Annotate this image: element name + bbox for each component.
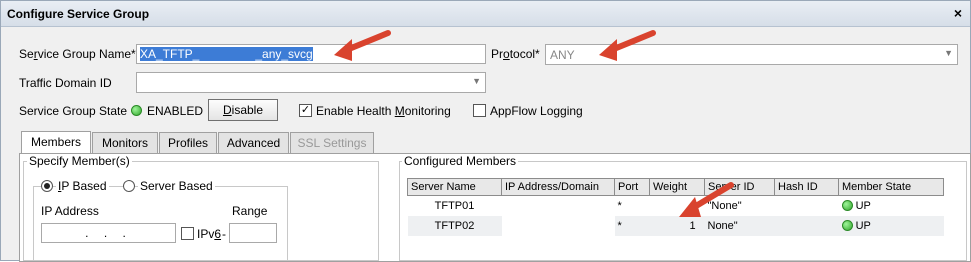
tab-ssl-settings[interactable]: SSL Settings: [290, 132, 374, 153]
protocol-label: Protocol*: [491, 47, 540, 61]
tab-profiles[interactable]: Profiles: [159, 132, 217, 153]
range-dash: -: [222, 227, 226, 241]
traffic-domain-label: Traffic Domain ID: [19, 76, 112, 90]
tab-members[interactable]: Members: [21, 131, 91, 153]
server-based-radio[interactable]: [123, 180, 135, 192]
service-group-state-label: Service Group State: [19, 104, 128, 118]
ip-address-label: IP Address: [41, 204, 99, 218]
health-monitoring-label: Enable Health Monitoring: [316, 104, 451, 118]
status-up-icon: [841, 219, 853, 231]
cell-ip-address: [502, 196, 615, 216]
table-row[interactable]: TFTP02 * 1 None" UP: [407, 215, 944, 236]
cell-hash-id: [774, 215, 839, 236]
ip-based-label: IP Based: [56, 179, 109, 193]
service-group-name-value: XA_TFTP_ _any_svcg: [140, 47, 313, 61]
column-header-hash-id[interactable]: Hash ID: [774, 178, 839, 196]
appflow-logging-label: AppFlow Logging: [490, 104, 583, 118]
protocol-select[interactable]: ANY ▼: [545, 44, 958, 65]
traffic-domain-select[interactable]: ▼: [136, 72, 486, 93]
protocol-value: ANY: [550, 48, 575, 62]
cell-server-id: None": [704, 215, 775, 236]
cell-member-state: UP: [838, 215, 944, 236]
table-header-row: Server Name IP Address/Domain Port Weigh…: [407, 178, 944, 196]
chevron-down-icon: ▼: [472, 76, 481, 86]
range-input[interactable]: [229, 223, 277, 243]
configure-service-group-dialog: Configure Service Group × Service Group …: [0, 0, 971, 262]
column-header-ip-address[interactable]: IP Address/Domain: [501, 178, 615, 196]
cell-hash-id: [775, 196, 839, 216]
column-header-port[interactable]: Port: [614, 178, 650, 196]
dialog-title: Configure Service Group: [7, 7, 150, 21]
appflow-logging-checkbox[interactable]: [473, 104, 486, 117]
disable-button[interactable]: Disable: [208, 99, 278, 121]
cell-server-name: TFTP01: [434, 199, 475, 212]
configured-members-legend: Configured Members: [402, 154, 519, 168]
ip-address-input[interactable]: . . .: [41, 223, 176, 243]
column-header-server-name[interactable]: Server Name: [407, 178, 502, 196]
configured-members-table: Server Name IP Address/Domain Port Weigh…: [407, 178, 944, 236]
status-enabled-icon: [131, 105, 142, 116]
specify-members-legend: Specify Member(s): [27, 154, 132, 168]
close-icon[interactable]: ×: [954, 5, 962, 21]
member-state-value: UP: [855, 219, 871, 232]
cell-member-state: UP: [839, 196, 944, 216]
service-group-name-label: Service Group Name*: [19, 47, 136, 61]
chevron-down-icon: ▼: [944, 48, 953, 58]
service-group-name-input[interactable]: XA_TFTP_ _any_svcg: [136, 44, 486, 64]
service-group-state-value: ENABLED: [147, 104, 204, 118]
cell-port: *: [614, 215, 650, 236]
ipv6-checkbox[interactable]: [181, 227, 194, 240]
member-state-value: UP: [855, 199, 871, 212]
cell-ip-address: [501, 215, 615, 236]
column-header-member-state[interactable]: Member State: [838, 178, 944, 196]
cell-weight: 1: [689, 199, 696, 212]
cell-server-id: "None": [707, 199, 742, 212]
ip-based-radio[interactable]: [41, 180, 53, 192]
column-header-server-id[interactable]: Server ID: [704, 178, 775, 196]
server-based-label: Server Based: [138, 179, 215, 193]
cell-server-name: TFTP02: [407, 215, 502, 236]
tab-monitors[interactable]: Monitors: [92, 132, 158, 153]
title-bar: Configure Service Group ×: [1, 1, 970, 27]
table-row[interactable]: TFTP01 * 1 "None" UP: [408, 196, 944, 216]
tab-advanced[interactable]: Advanced: [218, 132, 289, 153]
range-label: Range: [232, 204, 268, 218]
ipv6-label: IPv6: [197, 227, 222, 241]
cell-weight: 1: [649, 215, 705, 236]
status-up-icon: [841, 199, 853, 211]
health-monitoring-checkbox[interactable]: ✓: [299, 104, 312, 117]
column-header-weight[interactable]: Weight: [649, 178, 705, 196]
cell-port: *: [617, 199, 622, 212]
